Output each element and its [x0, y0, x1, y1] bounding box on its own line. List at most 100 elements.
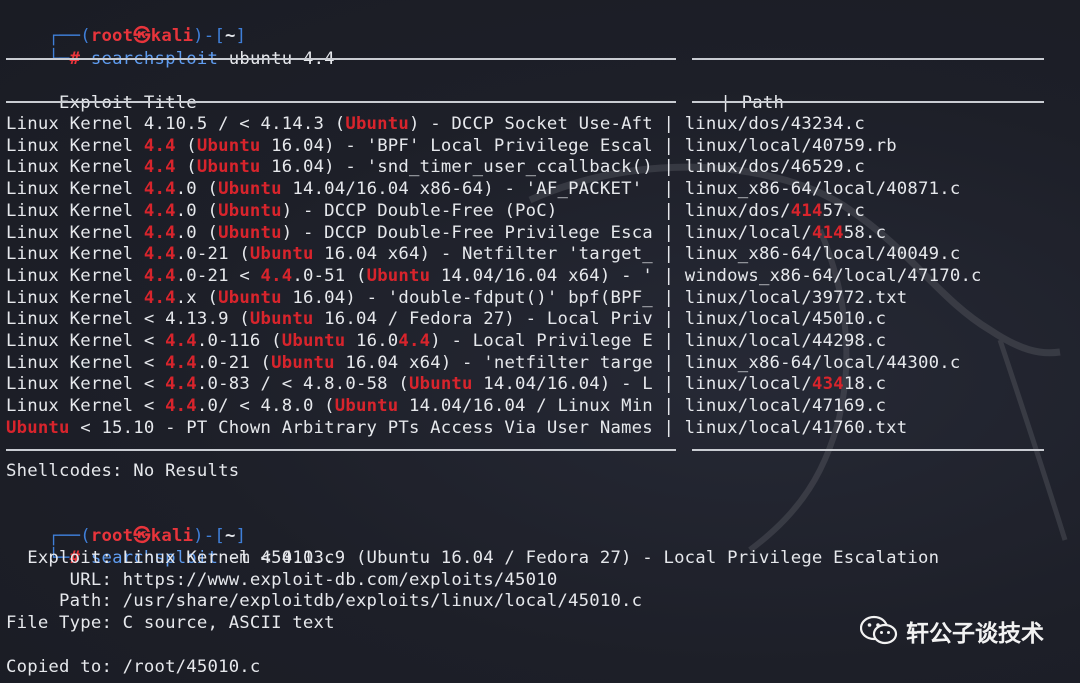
match-highlight: Ubuntu: [218, 200, 282, 221]
match-highlight: Ubuntu: [345, 114, 409, 134]
row-text: .0 (: [175, 200, 219, 221]
match-highlight: 4.4: [398, 331, 431, 351]
table-top-rule-right: [692, 58, 1044, 60]
row-text: 16.04) - 'double-fdput()' bpf(BPF_ | lin…: [281, 287, 908, 308]
terminal-window[interactable]: ┌──(root㉿kali)-[~] └─# searchsploit ubun…: [0, 0, 1080, 683]
header-separator: |: [720, 93, 732, 113]
row-text: Linux Kernel: [6, 287, 144, 308]
row-text: .0-21 <: [175, 265, 261, 286]
match-highlight: Ubuntu: [6, 417, 70, 438]
match-highlight: Ubuntu: [249, 309, 314, 330]
row-text: .0-21 (: [175, 244, 250, 265]
match-highlight: 4.4: [143, 157, 176, 178]
row-text: 16.04) - 'snd_timer_user_ccallback() | l…: [260, 157, 865, 178]
row-text: .x (: [175, 287, 219, 308]
match-highlight: 414: [811, 222, 844, 243]
detail-line: URL: https://www.exploit-db.com/exploits…: [6, 569, 558, 590]
row-text: Linux Kernel < 4.13.9 (: [6, 309, 250, 330]
row-text: Linux Kernel: [6, 157, 144, 178]
row-text: 14.04/16.04 / Linux Min | linux/local/47…: [398, 396, 887, 417]
match-highlight: Ubuntu: [218, 222, 282, 243]
row-text: Linux Kernel: [6, 265, 144, 286]
prompt-line-2: ┌──(root㉿kali)-[~]: [6, 503, 246, 546]
row-text: Linux Kernel: [6, 244, 144, 265]
table-row: Linux Kernel 4.10.5 / < 4.14.3 (Ubuntu) …: [6, 113, 865, 135]
row-text: Linux Kernel <: [6, 352, 166, 373]
row-text: ) - Local Privilege E | linux/local/4429…: [430, 331, 887, 351]
row-text: 14.04/16.04) - L | linux/local/: [472, 374, 812, 395]
row-text: ) - DCCP Double-Free (PoC) | linux/dos/: [281, 200, 791, 221]
row-text: Linux Kernel <: [6, 374, 166, 395]
row-text: 16.0: [345, 331, 399, 351]
row-text: .0 (: [175, 179, 219, 200]
table-row: Linux Kernel 4.4.0 (Ubuntu 14.04/16.04 x…: [6, 178, 960, 200]
row-text: ) - DCCP Double-Free Privilege Esca | li…: [281, 222, 812, 243]
detail-line: Exploit: Linux Kernel < 4.13.9 (Ubuntu 1…: [6, 548, 940, 568]
table-row: Linux Kernel 4.4 (Ubuntu 16.04) - 'BPF' …: [6, 135, 897, 157]
table-header: Exploit Title: [6, 70, 197, 113]
command-line-2[interactable]: └─# searchsploit -m 45010.c: [6, 525, 335, 568]
match-highlight: 414: [790, 200, 823, 221]
row-text: Linux Kernel: [6, 179, 144, 200]
table-row: Linux Kernel 4.4.x (Ubuntu 16.04) - 'dou…: [6, 287, 907, 309]
match-highlight: 4.4: [165, 352, 197, 373]
table-header-rule-right: [692, 101, 1044, 103]
table-row: Linux Kernel 4.4 (Ubuntu 16.04) - 'snd_t…: [6, 156, 865, 178]
match-highlight: 434: [811, 374, 844, 395]
row-text: .0-83 / < 4.8.0-58 (: [196, 374, 409, 395]
match-highlight: 4.4: [143, 244, 176, 265]
match-highlight: 4.4: [143, 200, 176, 221]
table-row: Linux Kernel < 4.4.0-83 / < 4.8.0-58 (Ub…: [6, 373, 886, 395]
wechat-icon: [860, 615, 898, 645]
row-text: ) - DCCP Socket Use-Aft | linux/dos/4323…: [408, 114, 865, 134]
row-text: 14.04/16.04 x64) - ' | windows_x86-64/lo…: [430, 265, 982, 286]
row-text: 16.04 x64) - 'netfilter targe | linux_x8…: [334, 352, 961, 373]
match-highlight: Ubuntu: [218, 287, 282, 308]
row-text: 16.04 x64) - Netfilter 'target_ | linux_…: [313, 244, 961, 265]
row-text: .0-21 (: [196, 352, 272, 373]
match-highlight: 4.4: [165, 374, 197, 395]
match-highlight: 4.4: [260, 265, 293, 286]
detail-line: Copied to: /root/45010.c: [6, 656, 261, 677]
row-text: .0/ < 4.8.0 (: [196, 396, 335, 417]
table-row: Linux Kernel 4.4.0-21 < 4.4.0-51 (Ubuntu…: [6, 265, 982, 287]
match-highlight: Ubuntu: [366, 265, 431, 286]
row-text: 18.c: [843, 374, 887, 395]
table-row: Linux Kernel 4.4.0-21 (Ubuntu 16.04 x64)…: [6, 243, 960, 265]
command-line-1[interactable]: └─# searchsploit ubuntu 4.4: [6, 26, 335, 69]
table-row: Linux Kernel 4.4.0 (Ubuntu) - DCCP Doubl…: [6, 200, 865, 222]
row-text: < 15.10 - PT Chown Arbitrary PTs Access …: [69, 417, 908, 438]
row-text: 58.c: [843, 222, 887, 243]
row-text: .0-51 (: [292, 265, 367, 286]
match-highlight: Ubuntu: [249, 244, 314, 265]
table-row: Linux Kernel < 4.13.9 (Ubuntu 16.04 / Fe…: [6, 308, 886, 330]
table-row: Linux Kernel < 4.4.0/ < 4.8.0 (Ubuntu 14…: [6, 395, 886, 417]
row-text: 16.04) - 'BPF' Local Privilege Escal | l…: [260, 135, 897, 156]
row-text: (: [175, 157, 197, 178]
row-text: .0-116 (: [196, 331, 282, 351]
row-text: Linux Kernel <: [6, 331, 166, 351]
match-highlight: Ubuntu: [196, 135, 261, 156]
row-text: (: [175, 135, 197, 156]
shellcodes-result: Shellcodes: No Results: [6, 461, 240, 481]
detail-line: File Type: C source, ASCII text: [6, 613, 335, 634]
match-highlight: 4.4: [143, 265, 176, 286]
match-highlight: 4.4: [143, 179, 176, 200]
table-bottom-rule-right: [692, 449, 1044, 451]
table-header-path: | Path: [678, 70, 784, 113]
match-highlight: Ubuntu: [409, 374, 473, 395]
row-text: Linux Kernel 4.10.5 / < 4.14.3 (: [6, 114, 346, 134]
row-text: Linux Kernel: [6, 135, 144, 156]
table-row: Ubuntu < 15.10 - PT Chown Arbitrary PTs …: [6, 417, 907, 439]
detail-line: Path: /usr/share/exploitdb/exploits/linu…: [6, 591, 643, 612]
row-text: 14.04/16.04 x86-64) - 'AF_PACKET' | linu…: [281, 179, 961, 200]
table-bottom-rule-left: [6, 449, 676, 451]
row-text: 57.c: [822, 200, 866, 221]
header-exploit-title: Exploit Title: [48, 93, 197, 113]
match-highlight: 4.4: [143, 135, 176, 156]
match-highlight: 4.4: [143, 222, 176, 243]
match-highlight: Ubuntu: [218, 179, 282, 200]
watermark-text: 轩公子谈技术: [906, 621, 1044, 647]
match-highlight: Ubuntu: [281, 331, 346, 351]
wechat-watermark: 轩公子谈技术: [860, 614, 1044, 648]
